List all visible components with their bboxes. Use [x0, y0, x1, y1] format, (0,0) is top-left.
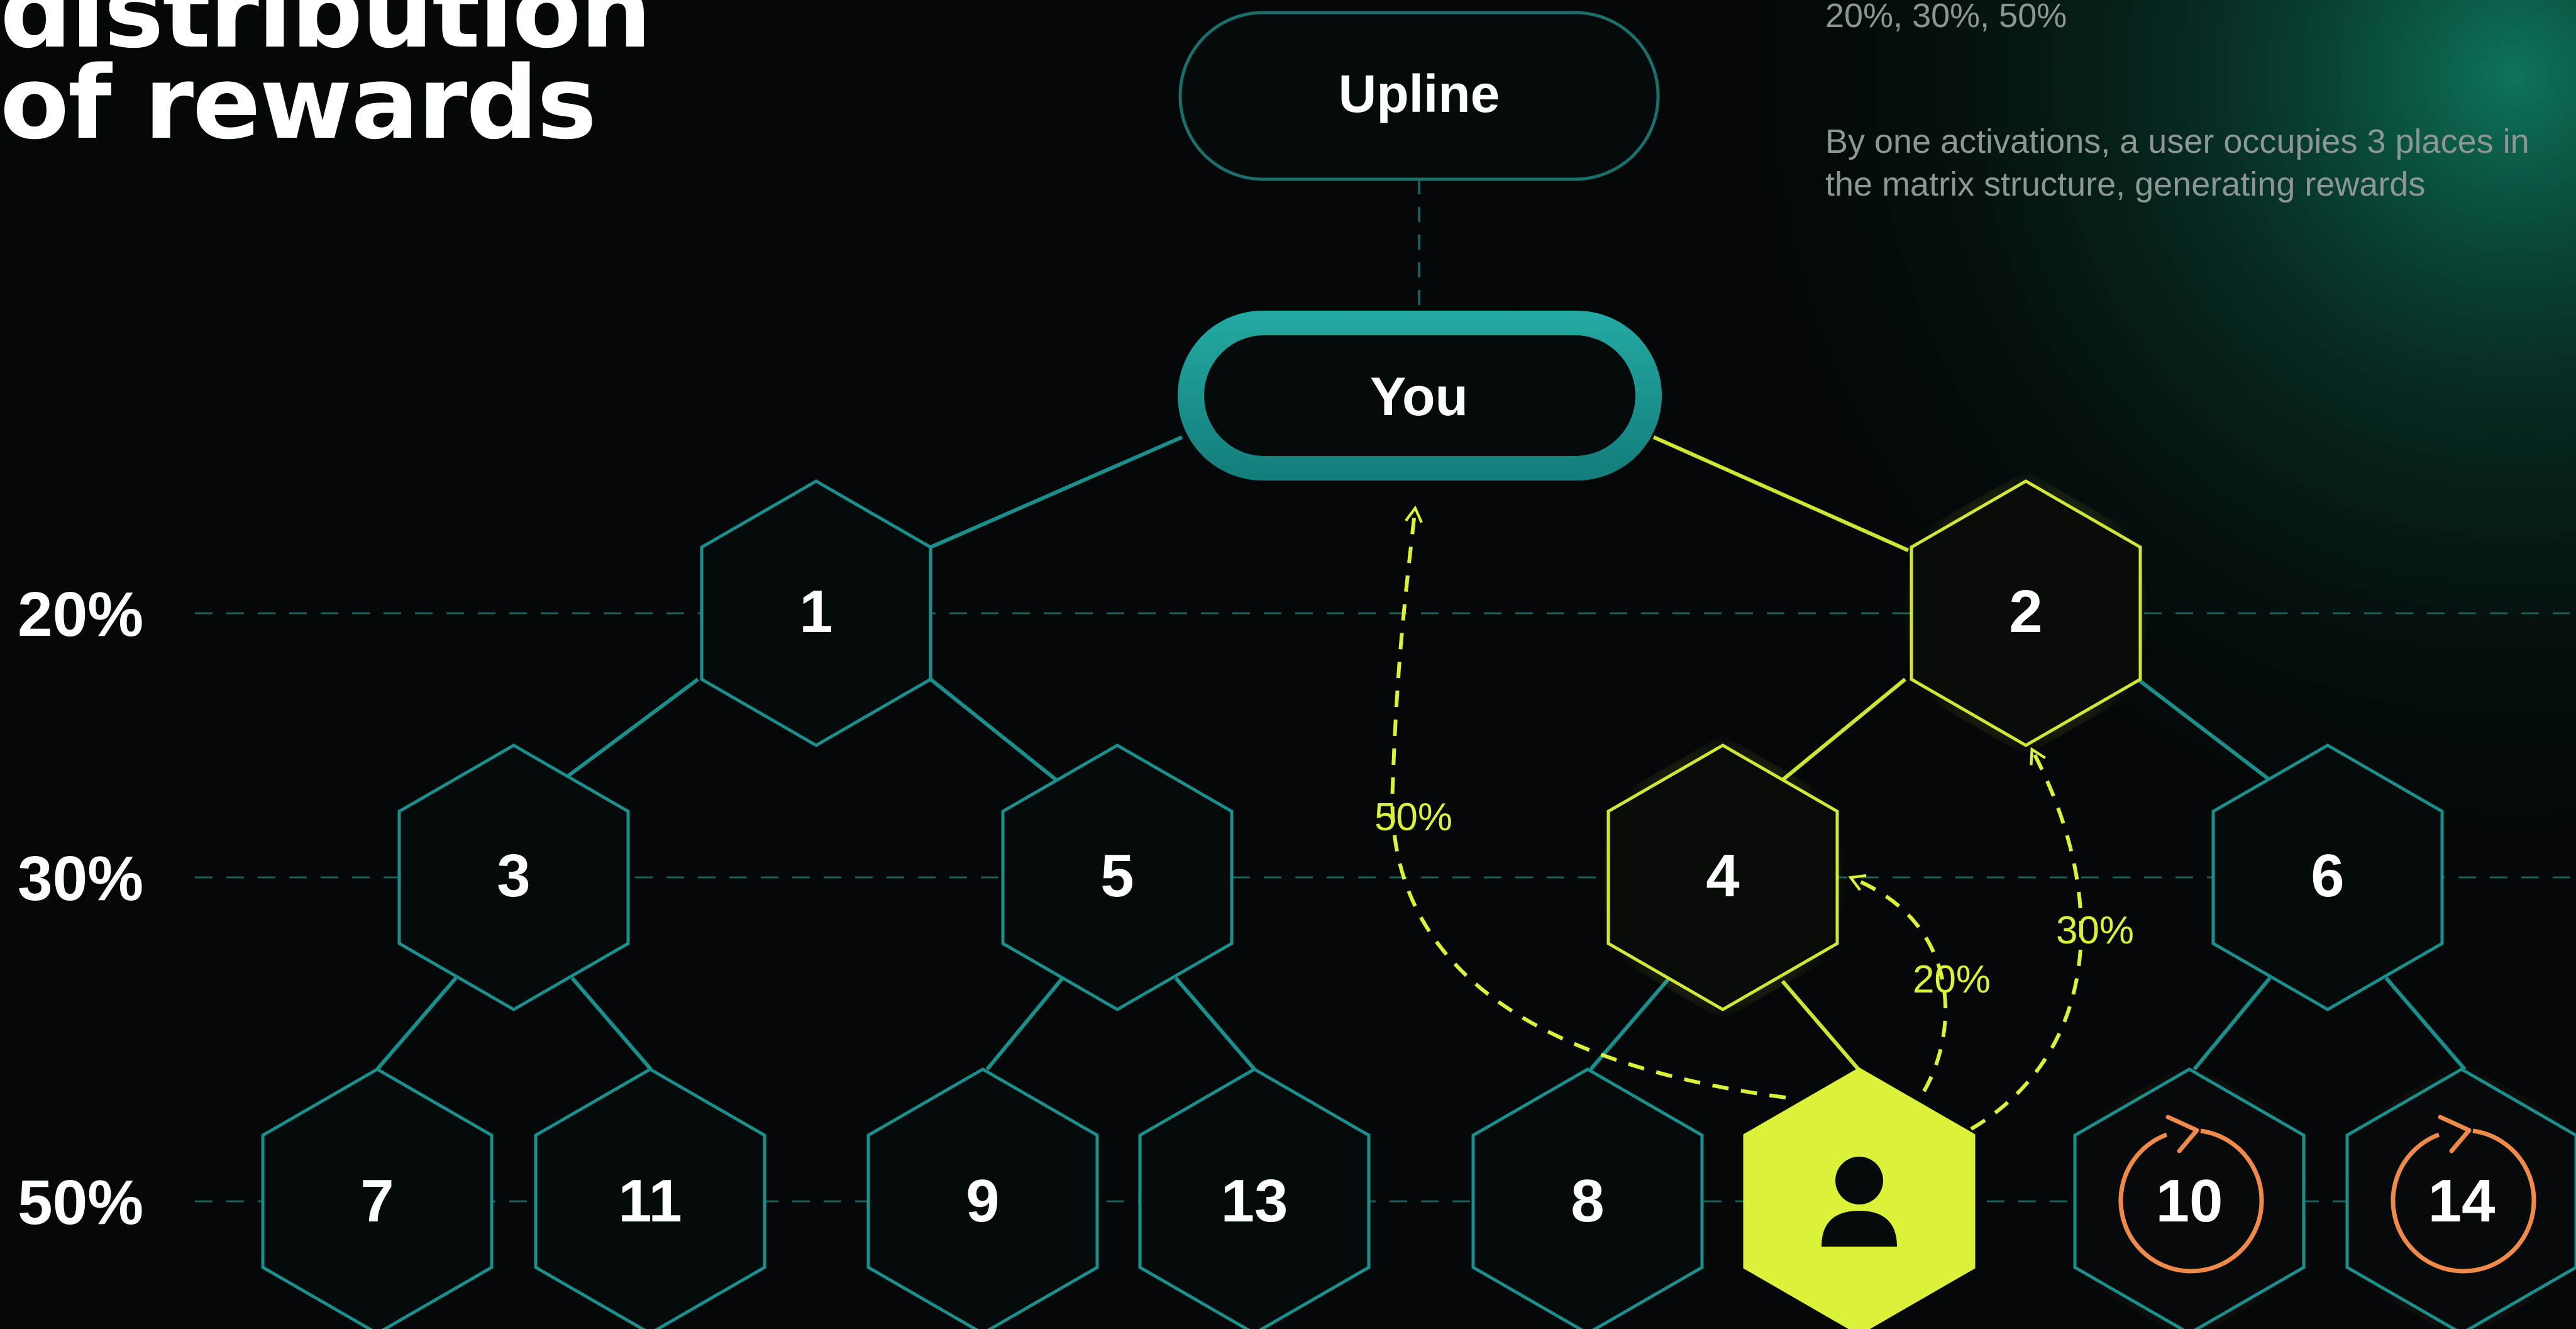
node-6-label: 6 — [2311, 842, 2344, 909]
you-node: You — [1178, 311, 1662, 481]
node-7-label: 7 — [360, 1167, 394, 1235]
level-label-1: 20% — [18, 579, 144, 650]
node-1-label: 1 — [799, 578, 832, 645]
node-14-label: 14 — [2428, 1167, 2496, 1235]
node-11-label: 11 — [618, 1167, 682, 1235]
level-label-3: 50% — [18, 1167, 144, 1238]
reward-distribution-slide: Upline You 1 2 3 5 4 6 7 11 9 13 8 10 14… — [0, 0, 2576, 1329]
node-4-label: 4 — [1706, 842, 1739, 909]
node-13-label: 13 — [1221, 1167, 1288, 1235]
arrow-label-50: 50% — [1374, 796, 1452, 839]
node-9-label: 9 — [966, 1167, 999, 1235]
node-3-label: 3 — [497, 842, 530, 909]
upline-node: Upline — [1178, 11, 1660, 181]
description-percentages: 20%, 30%, 50% — [1825, 0, 2067, 35]
level-label-2: 30% — [18, 843, 144, 914]
description-line-1: By one activations, a user occupies 3 pl… — [1825, 123, 2529, 160]
node-10-label: 10 — [2156, 1167, 2223, 1235]
node-8-label: 8 — [1571, 1167, 1604, 1235]
description-line-2: the matrix structure, generating rewards — [1825, 165, 2426, 203]
arrow-label-20: 20% — [1913, 958, 1991, 1001]
arrow-label-30: 30% — [2056, 909, 2134, 952]
node-5-label: 5 — [1100, 842, 1134, 909]
you-label: You — [1370, 367, 1468, 427]
node-2-label: 2 — [2009, 578, 2042, 645]
upline-label: Upline — [1339, 64, 1500, 123]
heading-line-2: of rewards — [0, 44, 597, 162]
